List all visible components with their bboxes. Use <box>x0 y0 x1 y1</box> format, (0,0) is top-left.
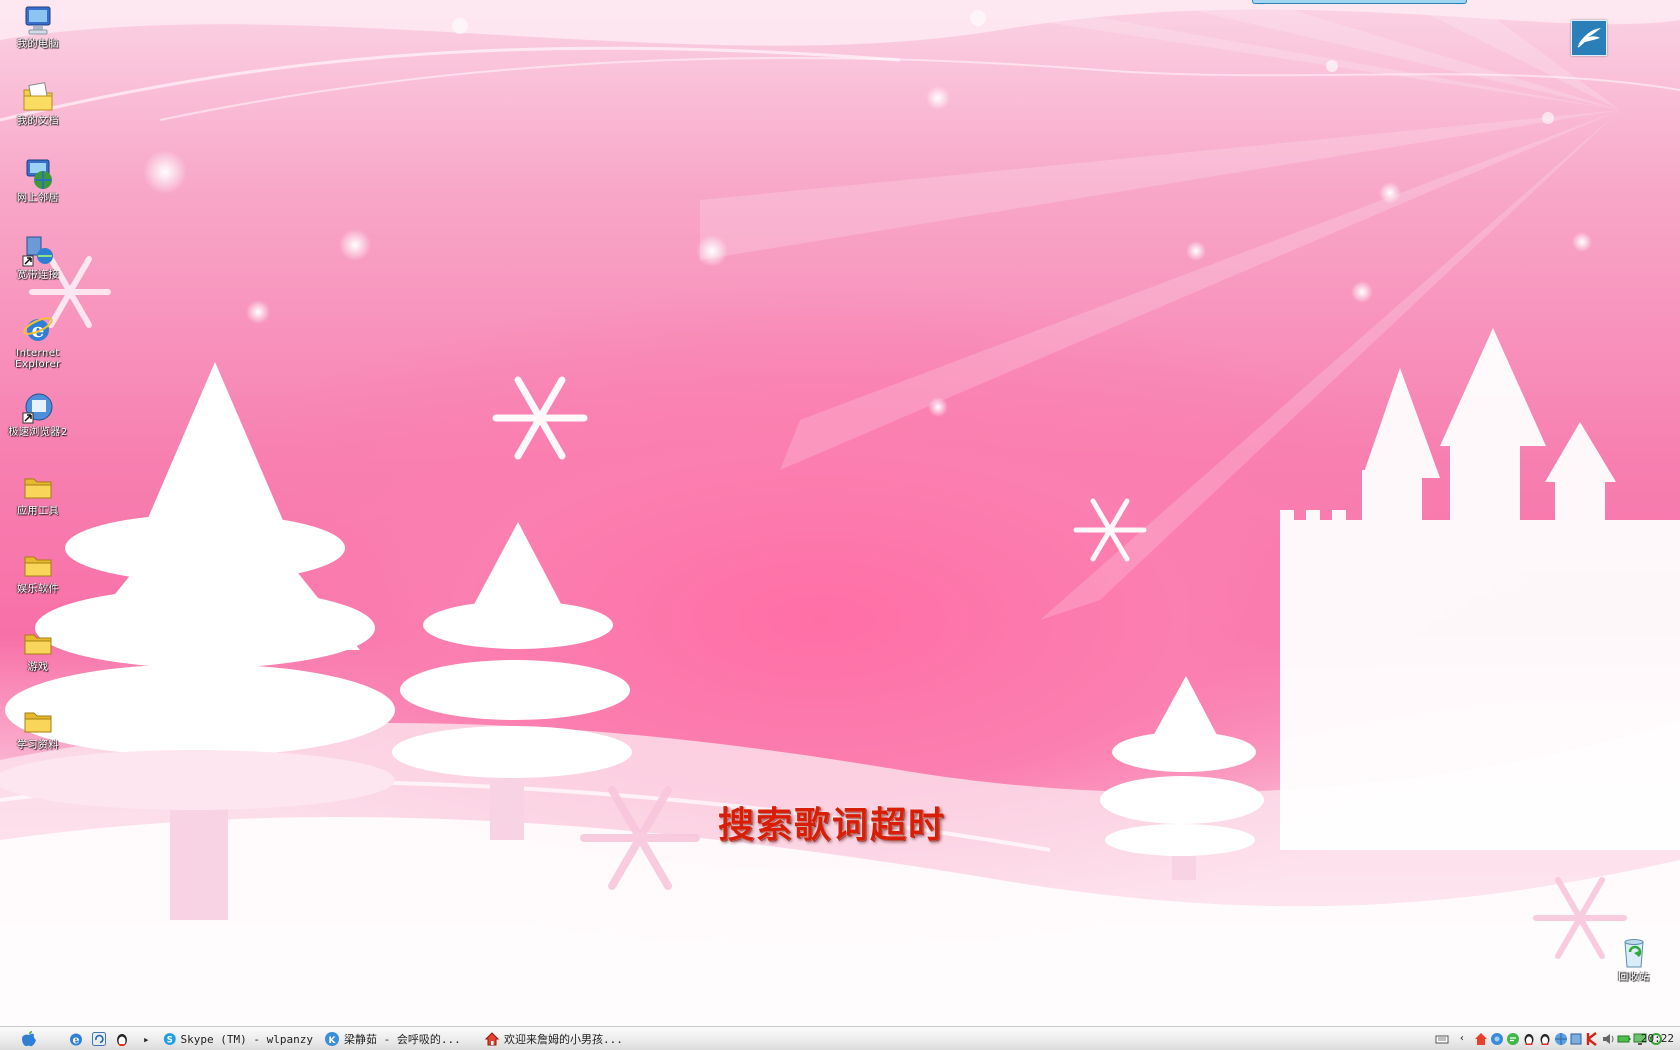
taskbar-clock[interactable]: 20:22 <box>1641 1032 1674 1045</box>
taskbar: e ▸ S Skype (TM) - wlpanzy K 梁静茹 - 会呼吸的.… <box>0 1026 1680 1050</box>
internet-explorer-icon: e <box>70 1033 82 1047</box>
desktop-icon-label: 回收站 <box>1618 972 1650 983</box>
qq-penguin-icon <box>117 1034 127 1046</box>
folder-icon <box>21 470 55 504</box>
desktop-icon-folder-study[interactable]: 学习资料 <box>6 704 70 751</box>
corner-widget-button[interactable] <box>1571 20 1607 56</box>
taskbar-task-skype[interactable]: S Skype (TM) - wlpanzy <box>163 1030 313 1048</box>
svg-text:K: K <box>329 1036 337 1046</box>
apple-icon <box>22 1031 36 1047</box>
quick-launch-qq[interactable] <box>114 1030 132 1048</box>
my-computer-icon <box>21 3 55 37</box>
browser-icon <box>21 391 55 425</box>
taskbar-task-label: Skype (TM) - wlpanzy <box>180 1032 313 1046</box>
desktop-icon-internet-explorer[interactable]: e Internet Explorer <box>6 312 70 370</box>
desktop-icon-folder-entertainment[interactable]: 娱乐软件 <box>6 548 70 595</box>
svg-text:e: e <box>73 1034 80 1047</box>
chat-icon[interactable] <box>1506 1032 1520 1046</box>
recycle-bin-icon <box>1617 936 1651 970</box>
taskbar-task-label: 欢迎来詹姆的小男孩... <box>504 1033 623 1046</box>
desktop-icon-my-documents[interactable]: 我的文档 <box>6 80 70 127</box>
taskbar-task-browser[interactable]: 欢迎来詹姆的小男孩... <box>484 1030 644 1048</box>
quick-launch-refresh[interactable] <box>91 1030 109 1048</box>
desktop-icon-network-places[interactable]: 网上邻居 <box>6 157 70 204</box>
music-player-icon: K <box>325 1032 339 1046</box>
taskbar-task-music-player[interactable]: K 梁静茹 - 会呼吸的... <box>324 1030 474 1048</box>
desktop-icon-label: 游戏 <box>27 662 49 673</box>
qq-icon[interactable] <box>1522 1032 1536 1046</box>
desktop-icon-label: 网上邻居 <box>17 193 59 204</box>
folder-icon <box>21 548 55 582</box>
folder-icon <box>21 704 55 738</box>
globe-icon[interactable] <box>1554 1032 1568 1046</box>
quick-launch-expand[interactable]: ▸ <box>143 1030 151 1048</box>
feather-icon <box>1577 28 1601 48</box>
desktop-icon-folder-games[interactable]: 游戏 <box>6 626 70 673</box>
desktop-icon-my-computer[interactable]: 我的电脑 <box>6 3 70 50</box>
desktop-icon-label: 极速浏览器2 <box>8 427 68 438</box>
desktop: 我的电脑 我的文档 网上邻居 宽带连接 e Internet Explorer … <box>0 0 1680 1026</box>
wallpaper <box>0 0 1680 1026</box>
desktop-icon-label: Internet Explorer <box>15 348 61 370</box>
keyboard-icon[interactable] <box>1435 1032 1449 1046</box>
lyric-status-text: 搜索歌词超时 <box>718 804 947 846</box>
top-edge-widget[interactable] <box>1252 0 1467 4</box>
qq-icon[interactable] <box>1538 1032 1552 1046</box>
tray-arrow-icon[interactable]: ‹ <box>1459 1032 1473 1046</box>
desktop-icon-label: 应用工具 <box>17 506 59 517</box>
start-button[interactable] <box>20 1030 44 1048</box>
desktop-icon-folder-tools[interactable]: 应用工具 <box>6 470 70 517</box>
desktop-icon-browser[interactable]: 极速浏览器2 <box>6 391 70 438</box>
desktop-icon-recycle-bin[interactable]: 回收站 <box>1602 936 1666 983</box>
my-documents-icon <box>21 80 55 114</box>
broadband-connection-icon <box>21 234 55 268</box>
battery-icon[interactable] <box>1617 1032 1631 1046</box>
desktop-icon-label: 宽带连接 <box>17 270 59 281</box>
desktop-icon-label: 娱乐软件 <box>17 584 59 595</box>
skype-icon: S <box>163 1033 176 1045</box>
network-places-icon <box>21 157 55 191</box>
home-icon[interactable] <box>1474 1032 1488 1046</box>
update-icon[interactable] <box>1569 1032 1583 1046</box>
taskbar-task-label: 梁静茹 - 会呼吸的... <box>344 1033 461 1046</box>
folder-icon <box>21 626 55 660</box>
kaspersky-icon[interactable] <box>1585 1032 1599 1046</box>
volume-icon[interactable] <box>1601 1032 1615 1046</box>
refresh-icon <box>92 1032 106 1046</box>
desktop-icon-broadband[interactable]: 宽带连接 <box>6 234 70 281</box>
desktop-icon-label: 我的电脑 <box>17 39 59 50</box>
desktop-icon-label: 我的文档 <box>17 116 59 127</box>
network-icon[interactable] <box>1490 1032 1504 1046</box>
quick-launch-ie[interactable]: e <box>68 1030 86 1048</box>
home-icon <box>484 1032 500 1046</box>
desktop-icon-label: 学习资料 <box>17 740 59 751</box>
internet-explorer-icon: e <box>21 312 55 346</box>
svg-text:S: S <box>167 1034 173 1044</box>
